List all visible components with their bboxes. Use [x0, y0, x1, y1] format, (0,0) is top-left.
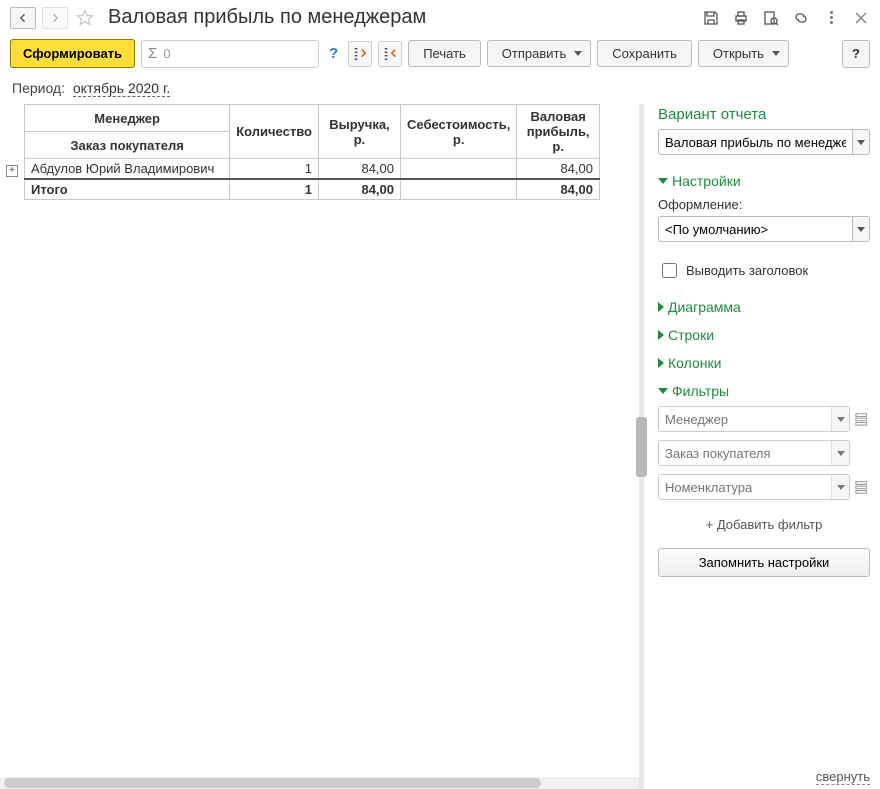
col-cost[interactable]: Себестоимость, р.	[401, 105, 517, 159]
filter-nomenclature-list-icon[interactable]	[854, 479, 870, 495]
filter-order-input[interactable]	[659, 441, 831, 465]
toolbar: Сформировать Σ 0 ? Печать Отправить Сохр…	[0, 35, 880, 78]
cell-cost	[401, 159, 517, 180]
col-qty[interactable]: Количество	[230, 105, 319, 159]
page-title: Валовая прибыль по менеджерам	[102, 6, 696, 29]
total-cost	[401, 179, 517, 200]
kebab-menu-icon[interactable]	[822, 9, 840, 27]
help-button[interactable]: ?	[842, 40, 870, 68]
show-title-label: Выводить заголовок	[686, 263, 808, 278]
table-total-row: Итого 1 84,00 84,00	[0, 179, 600, 200]
variant-heading: Вариант отчета	[658, 106, 870, 123]
link-icon[interactable]	[792, 9, 810, 27]
filter-row-manager	[658, 405, 870, 433]
save-disk-icon[interactable]	[702, 9, 720, 27]
col-revenue[interactable]: Выручка, р.	[318, 105, 400, 159]
print-icon[interactable]	[732, 9, 750, 27]
main-area: Менеджер Количество Выручка, р. Себестои…	[0, 104, 880, 789]
add-filter-link[interactable]: + Добавить фильтр	[658, 517, 870, 532]
send-button[interactable]: Отправить	[487, 40, 591, 67]
filter-row-order	[658, 439, 870, 467]
sum-box[interactable]: Σ 0	[141, 40, 319, 68]
period-line: Период: октябрь 2020 г.	[0, 78, 880, 104]
open-button[interactable]: Открыть	[698, 40, 789, 67]
forward-button[interactable]	[42, 7, 68, 29]
total-qty: 1	[230, 179, 319, 200]
filter-manager-list-icon[interactable]	[854, 411, 870, 427]
period-label: Период:	[12, 80, 65, 96]
remember-settings-button[interactable]: Запомнить настройки	[658, 548, 870, 577]
collapse-link[interactable]: свернуть	[816, 769, 870, 785]
columns-section[interactable]: Колонки	[658, 355, 870, 371]
total-label: Итого	[25, 179, 230, 200]
settings-section[interactable]: Настройки	[658, 173, 870, 189]
cell-revenue: 84,00	[318, 159, 400, 180]
sigma-icon: Σ	[142, 45, 163, 62]
show-title-checkbox[interactable]: Выводить заголовок	[658, 260, 870, 281]
back-button[interactable]	[10, 7, 36, 29]
collapse-levels-button[interactable]	[378, 41, 402, 67]
filter-nomenclature-input[interactable]	[659, 475, 831, 499]
generate-button[interactable]: Сформировать	[10, 39, 135, 68]
report-table: Менеджер Количество Выручка, р. Себестои…	[0, 104, 600, 200]
preview-icon[interactable]	[762, 9, 780, 27]
splitter[interactable]	[639, 104, 644, 789]
sum-value: 0	[163, 46, 318, 61]
filter-manager-dd-icon[interactable]	[831, 407, 849, 431]
filter-order-dd-icon[interactable]	[831, 441, 849, 465]
cell-qty: 1	[230, 159, 319, 180]
report-pane: Менеджер Количество Выручка, р. Себестои…	[0, 104, 639, 789]
favorite-star-icon[interactable]	[74, 7, 96, 29]
horizontal-scrollbar[interactable]	[0, 777, 639, 789]
col-order[interactable]: Заказ покупателя	[25, 132, 230, 159]
cell-gross: 84,00	[517, 159, 600, 180]
total-gross: 84,00	[517, 179, 600, 200]
appearance-select[interactable]	[658, 216, 852, 242]
show-title-input[interactable]	[662, 263, 677, 278]
splitter-grip-icon[interactable]	[636, 417, 647, 477]
expand-row-icon[interactable]: +	[6, 165, 18, 177]
close-icon[interactable]	[852, 9, 870, 27]
variant-select[interactable]	[658, 129, 852, 155]
appearance-label: Оформление:	[658, 197, 870, 212]
filter-row-nomenclature	[658, 473, 870, 501]
settings-panel: Вариант отчета Настройки Оформление: Выв…	[644, 104, 880, 789]
period-link[interactable]: октябрь 2020 г.	[73, 80, 170, 97]
filters-section[interactable]: Фильтры	[658, 383, 870, 399]
print-button[interactable]: Печать	[408, 40, 481, 67]
save-button[interactable]: Сохранить	[597, 40, 692, 67]
col-gross[interactable]: Валовая прибыль, р.	[517, 105, 600, 159]
cell-manager: Абдулов Юрий Владимирович	[25, 159, 230, 180]
help-sum-icon[interactable]: ?	[325, 45, 342, 62]
table-row[interactable]: + Абдулов Юрий Владимирович 1 84,00 84,0…	[0, 159, 600, 180]
filter-nomenclature-dd-icon[interactable]	[831, 475, 849, 499]
col-manager[interactable]: Менеджер	[25, 105, 230, 132]
variant-dropdown-icon[interactable]	[852, 129, 870, 155]
total-revenue: 84,00	[318, 179, 400, 200]
titlebar: Валовая прибыль по менеджерам	[0, 0, 880, 35]
expand-levels-button[interactable]	[348, 41, 372, 67]
appearance-dropdown-icon[interactable]	[852, 216, 870, 242]
diagram-section[interactable]: Диаграмма	[658, 299, 870, 315]
filter-manager-input[interactable]	[659, 407, 831, 431]
rows-section[interactable]: Строки	[658, 327, 870, 343]
